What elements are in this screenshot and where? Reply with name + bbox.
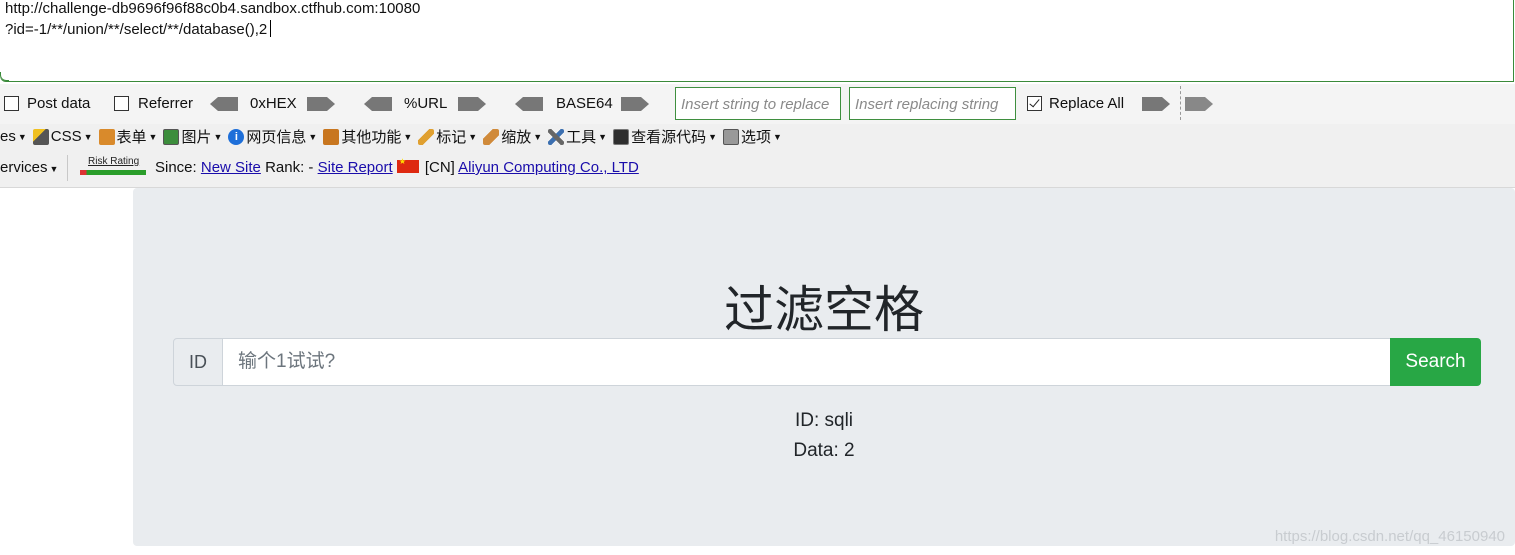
clipboard-icon (98, 128, 115, 145)
insert-replacing-input[interactable]: Insert replacing string (849, 87, 1016, 120)
replace-all-checkbox[interactable] (1027, 96, 1042, 111)
referrer-checkbox[interactable] (114, 96, 129, 111)
replace-arrow-icon[interactable] (1142, 97, 1170, 111)
text-caret (270, 20, 272, 37)
menu-label: CSS (50, 128, 82, 145)
webdev-menu: es ▼ CSS ▼ 表单 ▼ 图片 ▼ i 网页信息 ▼ 其他功能 ▼ 标记 ▼ 缩放 ▼ 工具… (0, 126, 788, 147)
referrer-label: Referrer (138, 95, 194, 112)
menu-images[interactable]: 图片 ▼ (163, 126, 222, 147)
ruler-icon (483, 128, 500, 145)
id-input[interactable]: 输个1试试? (223, 338, 1391, 386)
menu-label: 选项 (741, 129, 772, 146)
menu-label: 查看源代码 (631, 129, 707, 146)
toolbar-separator (1180, 86, 1181, 120)
url-line-2-text: ?id=-1/**/union/**/select/**/database(),… (5, 21, 268, 38)
post-data-checkbox[interactable] (4, 96, 19, 111)
services-label: ervices (0, 159, 48, 176)
wand-icon (32, 128, 49, 145)
post-data-label: Post data (27, 95, 91, 112)
rank-label: Rank: - (265, 159, 314, 176)
chevron-down-icon: ▼ (708, 131, 718, 142)
menu-resize[interactable]: 缩放 ▼ (483, 126, 542, 147)
base64-button[interactable]: BASE64 (556, 95, 613, 112)
base64-decode-arrow-icon[interactable] (515, 97, 543, 111)
menu-outline[interactable]: 标记 ▼ (418, 126, 477, 147)
id-prepend-label: ID (173, 338, 223, 386)
menu-forms[interactable]: 表单 ▼ (98, 126, 158, 147)
chevron-down-icon: ▼ (17, 131, 27, 142)
menu-tools[interactable]: 工具 ▼ (548, 126, 607, 147)
menu-label: 工具 (566, 129, 597, 146)
menu-label: 缩放 (501, 129, 532, 146)
chevron-down-icon: ▼ (83, 131, 93, 142)
risk-rating-meter (80, 170, 146, 175)
chevron-down-icon: ▼ (148, 131, 158, 142)
jumbotron: 过滤空格 ID 输个1试试? Search ID: sqli Data: 2 (133, 188, 1515, 546)
watermark: https://blog.csdn.net/qq_46150940 (1274, 528, 1505, 545)
site-info-bar: ervices ▼ Risk Rating Since: New Site Ran… (0, 151, 1515, 188)
replace-next-arrow-icon[interactable] (1185, 97, 1213, 111)
image-icon (163, 128, 180, 145)
since-label: Since: (155, 159, 197, 176)
book-icon (323, 128, 340, 145)
base64-encode-arrow-icon[interactable] (621, 97, 649, 111)
chevron-down-icon: ▼ (213, 131, 223, 142)
search-button[interactable]: Search (1390, 338, 1481, 386)
search-input-group: ID 输个1试试? Search (173, 338, 1481, 386)
menu-label: es (0, 128, 16, 145)
replace-all-label: Replace All (1049, 95, 1125, 112)
info-bar-separator (67, 155, 68, 181)
menu-label: 图片 (181, 129, 212, 146)
hex-encode-arrow-icon[interactable] (307, 97, 335, 111)
menu-css[interactable]: CSS ▼ (32, 128, 93, 145)
menu-label: 其他功能 (341, 129, 402, 146)
page-title: 过滤空格 (724, 281, 924, 339)
menu-miscellaneous[interactable]: 其他功能 ▼ (323, 126, 412, 147)
url-textarea[interactable]: http://challenge-db9696f96f88c0b4.sandbo… (0, 0, 1514, 82)
host-link[interactable]: Aliyun Computing Co., LTD (458, 159, 639, 176)
menu-options[interactable]: 选项 ▼ (723, 126, 782, 147)
chevron-down-icon: ▼ (773, 131, 782, 142)
since-link[interactable]: New Site (201, 159, 261, 176)
url-encode-arrow-icon[interactable] (458, 97, 486, 111)
country-code: [CN] (424, 159, 455, 176)
menu-view-source[interactable]: 查看源代码 ▼ (613, 126, 717, 147)
tools-icon (548, 128, 565, 145)
site-info: Since: New Site Rank: - Site Report [CN]… (155, 157, 639, 176)
url-line-1: http://challenge-db9696f96f88c0b4.sandbo… (5, 0, 421, 17)
hex-decode-arrow-icon[interactable] (210, 97, 238, 111)
options-icon (723, 128, 740, 145)
chevron-down-icon: ▼ (468, 131, 478, 142)
risk-rating-label: Risk Rating (88, 156, 140, 167)
menu-information[interactable]: i 网页信息 ▼ (228, 126, 317, 147)
menu-label: 网页信息 (246, 129, 307, 146)
menu-cookies[interactable]: es ▼ (0, 128, 27, 145)
info-icon: i (228, 128, 245, 145)
pencil-icon (418, 128, 435, 145)
chevron-down-icon: ▼ (533, 131, 543, 142)
site-report-link[interactable]: Site Report (318, 159, 393, 176)
result-data: Data: 2 (793, 440, 855, 461)
url-decode-arrow-icon[interactable] (364, 97, 392, 111)
url-line-2: ?id=-1/**/union/**/select/**/database(),… (5, 20, 272, 38)
chevron-down-icon: ▼ (308, 131, 318, 142)
menu-label: 标记 (436, 129, 467, 146)
result-id: ID: sqli (794, 410, 854, 431)
menu-label: 表单 (116, 129, 147, 146)
chevron-down-icon: ▼ (598, 131, 608, 142)
chevron-down-icon: ▼ (49, 164, 59, 174)
china-flag-icon (396, 157, 419, 173)
chevron-down-icon: ▼ (403, 131, 413, 142)
hex-button[interactable]: 0xHEX (250, 95, 297, 112)
terminal-icon (613, 128, 630, 145)
url-button[interactable]: %URL (404, 95, 447, 112)
insert-string-input[interactable]: Insert string to replace (675, 87, 841, 120)
services-menu[interactable]: ervices ▼ (0, 159, 58, 176)
risk-rating-widget[interactable]: Risk Rating (80, 156, 146, 178)
